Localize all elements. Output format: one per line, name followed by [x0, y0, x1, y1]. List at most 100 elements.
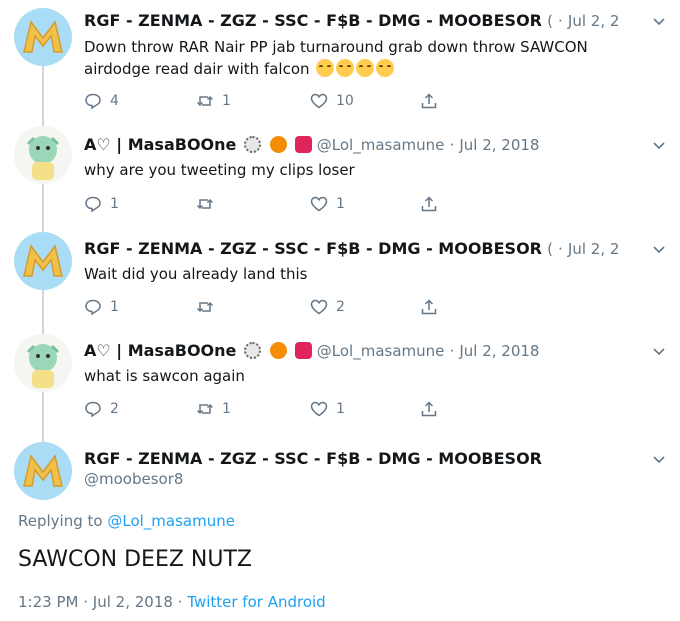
tweet-actions: 4 1 10: [84, 90, 464, 112]
like-count: 1: [336, 196, 345, 212]
tweet-meta: 1:23 PM · Jul 2, 2018 · Twitter for Andr…: [18, 593, 326, 611]
heart-icon: [310, 299, 328, 315]
thread-line: [42, 184, 44, 232]
avatar-masamune[interactable]: [14, 126, 72, 184]
retweet-button[interactable]: [196, 193, 222, 215]
retweet-button[interactable]: 1: [196, 398, 231, 420]
thread-line: [42, 66, 44, 126]
share-button[interactable]: [420, 296, 438, 318]
tweet-header: A♡ | MasaBOOne @Lol_masamune · Jul 2, 20…: [84, 340, 620, 362]
tweet-header: RGF - ZENMA - ZGZ - SSC - F$B - DMG - MO…: [84, 448, 620, 470]
retweet-button[interactable]: 1: [196, 90, 231, 112]
chevron-down-icon[interactable]: [652, 344, 666, 358]
separator-dot: ·: [83, 593, 89, 611]
separator-dot: ·: [449, 342, 455, 360]
like-button[interactable]: 10: [310, 90, 354, 112]
heart-icon: [310, 401, 328, 417]
avatar-moobesor[interactable]: [14, 442, 72, 500]
jack-o-lantern-emoji-icon: [269, 342, 287, 359]
avatar-moobesor[interactable]: [14, 232, 72, 290]
like-count: 10: [336, 93, 354, 109]
chevron-down-icon[interactable]: [652, 14, 666, 28]
handle[interactable]: @moobesor8: [84, 470, 183, 488]
display-name[interactable]: RGF - ZENMA - ZGZ - SSC - F$B - DMG - MO…: [84, 449, 542, 468]
tweet-date[interactable]: Jul 2, 2018: [459, 136, 539, 154]
avatar-masamune[interactable]: [14, 334, 72, 392]
retweet-icon: [196, 403, 214, 415]
tweet-actions: 1 1: [84, 193, 464, 215]
like-count: 2: [336, 299, 345, 315]
reply-button[interactable]: 1: [84, 296, 119, 318]
relieved-face-emoji-icon: [336, 59, 355, 77]
reply-count: 1: [110, 196, 119, 212]
reply-button[interactable]: 1: [84, 193, 119, 215]
like-button[interactable]: 2: [310, 296, 345, 318]
relieved-face-emoji-icon: [376, 59, 395, 77]
candy-emoji-icon: [294, 136, 312, 153]
like-count: 1: [336, 401, 345, 417]
chevron-down-icon[interactable]: [652, 138, 666, 152]
tweet-header: RGF - ZENMA - ZGZ - SSC - F$B - DMG - MO…: [84, 238, 620, 260]
tweet-date[interactable]: Jul 2, 2018: [568, 240, 620, 258]
separator-dot: ·: [558, 12, 563, 30]
share-button[interactable]: [420, 398, 438, 420]
relieved-face-emoji-icon: [356, 59, 375, 77]
chevron-down-icon[interactable]: [652, 452, 666, 466]
replying-to: Replying to @Lol_masamune: [18, 512, 235, 530]
reply-icon: [85, 401, 101, 418]
tweet-text-block: Down throw RAR Nair PP jab turnaround gr…: [84, 36, 630, 80]
like-button[interactable]: 1: [310, 398, 345, 420]
replying-prefix: Replying to: [18, 512, 103, 530]
share-icon: [421, 196, 437, 212]
reply-count: 2: [110, 401, 119, 417]
retweet-count: 1: [222, 93, 231, 109]
tweet-source-link[interactable]: Twitter for Android: [187, 593, 325, 611]
reply-icon: [85, 196, 101, 213]
tweet-header: A♡ | MasaBOOne @Lol_masamune · Jul 2, 20…: [84, 134, 620, 156]
display-name[interactable]: A♡ | MasaBOOne: [84, 341, 236, 360]
handle-truncated[interactable]: (: [547, 12, 553, 30]
share-icon: [421, 401, 437, 417]
tweet-actions: 1 2: [84, 296, 464, 318]
thread-line: [42, 290, 44, 336]
tweet-time[interactable]: 1:23 PM: [18, 593, 78, 611]
chevron-down-icon[interactable]: [652, 242, 666, 256]
tweet-text: Down throw RAR Nair PP jab turnaround gr…: [84, 38, 588, 78]
like-button[interactable]: 1: [310, 193, 345, 215]
heart-icon: [310, 93, 328, 109]
tweet-actions: 2 1 1: [84, 398, 464, 420]
display-name[interactable]: A♡ | MasaBOOne: [84, 135, 236, 154]
tweet-text: why are you tweeting my clips loser: [84, 161, 355, 179]
retweet-count: 1: [222, 401, 231, 417]
reply-button[interactable]: 2: [84, 398, 119, 420]
thread-line: [42, 392, 44, 442]
tweet-date[interactable]: Jul 2, 2018: [568, 12, 620, 30]
handle[interactable]: @Lol_masamune: [317, 136, 445, 154]
retweet-icon: [196, 198, 214, 210]
replying-to-link[interactable]: @Lol_masamune: [107, 512, 235, 530]
reply-count: 1: [110, 299, 119, 315]
reply-button[interactable]: 4: [84, 90, 119, 112]
focused-tweet-text: SAWCON DEEZ NUTZ: [18, 547, 252, 572]
avatar-moobesor[interactable]: [14, 8, 72, 66]
handle-truncated[interactable]: (: [547, 240, 553, 258]
share-button[interactable]: [420, 193, 438, 215]
candy-emoji-icon: [294, 342, 312, 359]
display-name[interactable]: RGF - ZENMA - ZGZ - SSC - F$B - DMG - MO…: [84, 239, 542, 258]
retweet-icon: [196, 95, 214, 107]
tweet-date[interactable]: Jul 2, 2018: [459, 342, 539, 360]
retweet-button[interactable]: [196, 296, 222, 318]
reply-icon: [85, 299, 101, 316]
relieved-face-emoji-icon: [316, 59, 335, 77]
retweet-icon: [196, 301, 214, 313]
share-icon: [421, 299, 437, 315]
tweet-text: what is sawcon again: [84, 367, 245, 385]
jack-o-lantern-emoji-icon: [269, 136, 287, 153]
handle[interactable]: @Lol_masamune: [317, 342, 445, 360]
share-button[interactable]: [420, 90, 438, 112]
separator-dot: ·: [558, 240, 563, 258]
tweet-date[interactable]: Jul 2, 2018: [93, 593, 173, 611]
display-name[interactable]: RGF - ZENMA - ZGZ - SSC - F$B - DMG - MO…: [84, 11, 542, 30]
heart-icon: [310, 196, 328, 212]
reply-count: 4: [110, 93, 119, 109]
